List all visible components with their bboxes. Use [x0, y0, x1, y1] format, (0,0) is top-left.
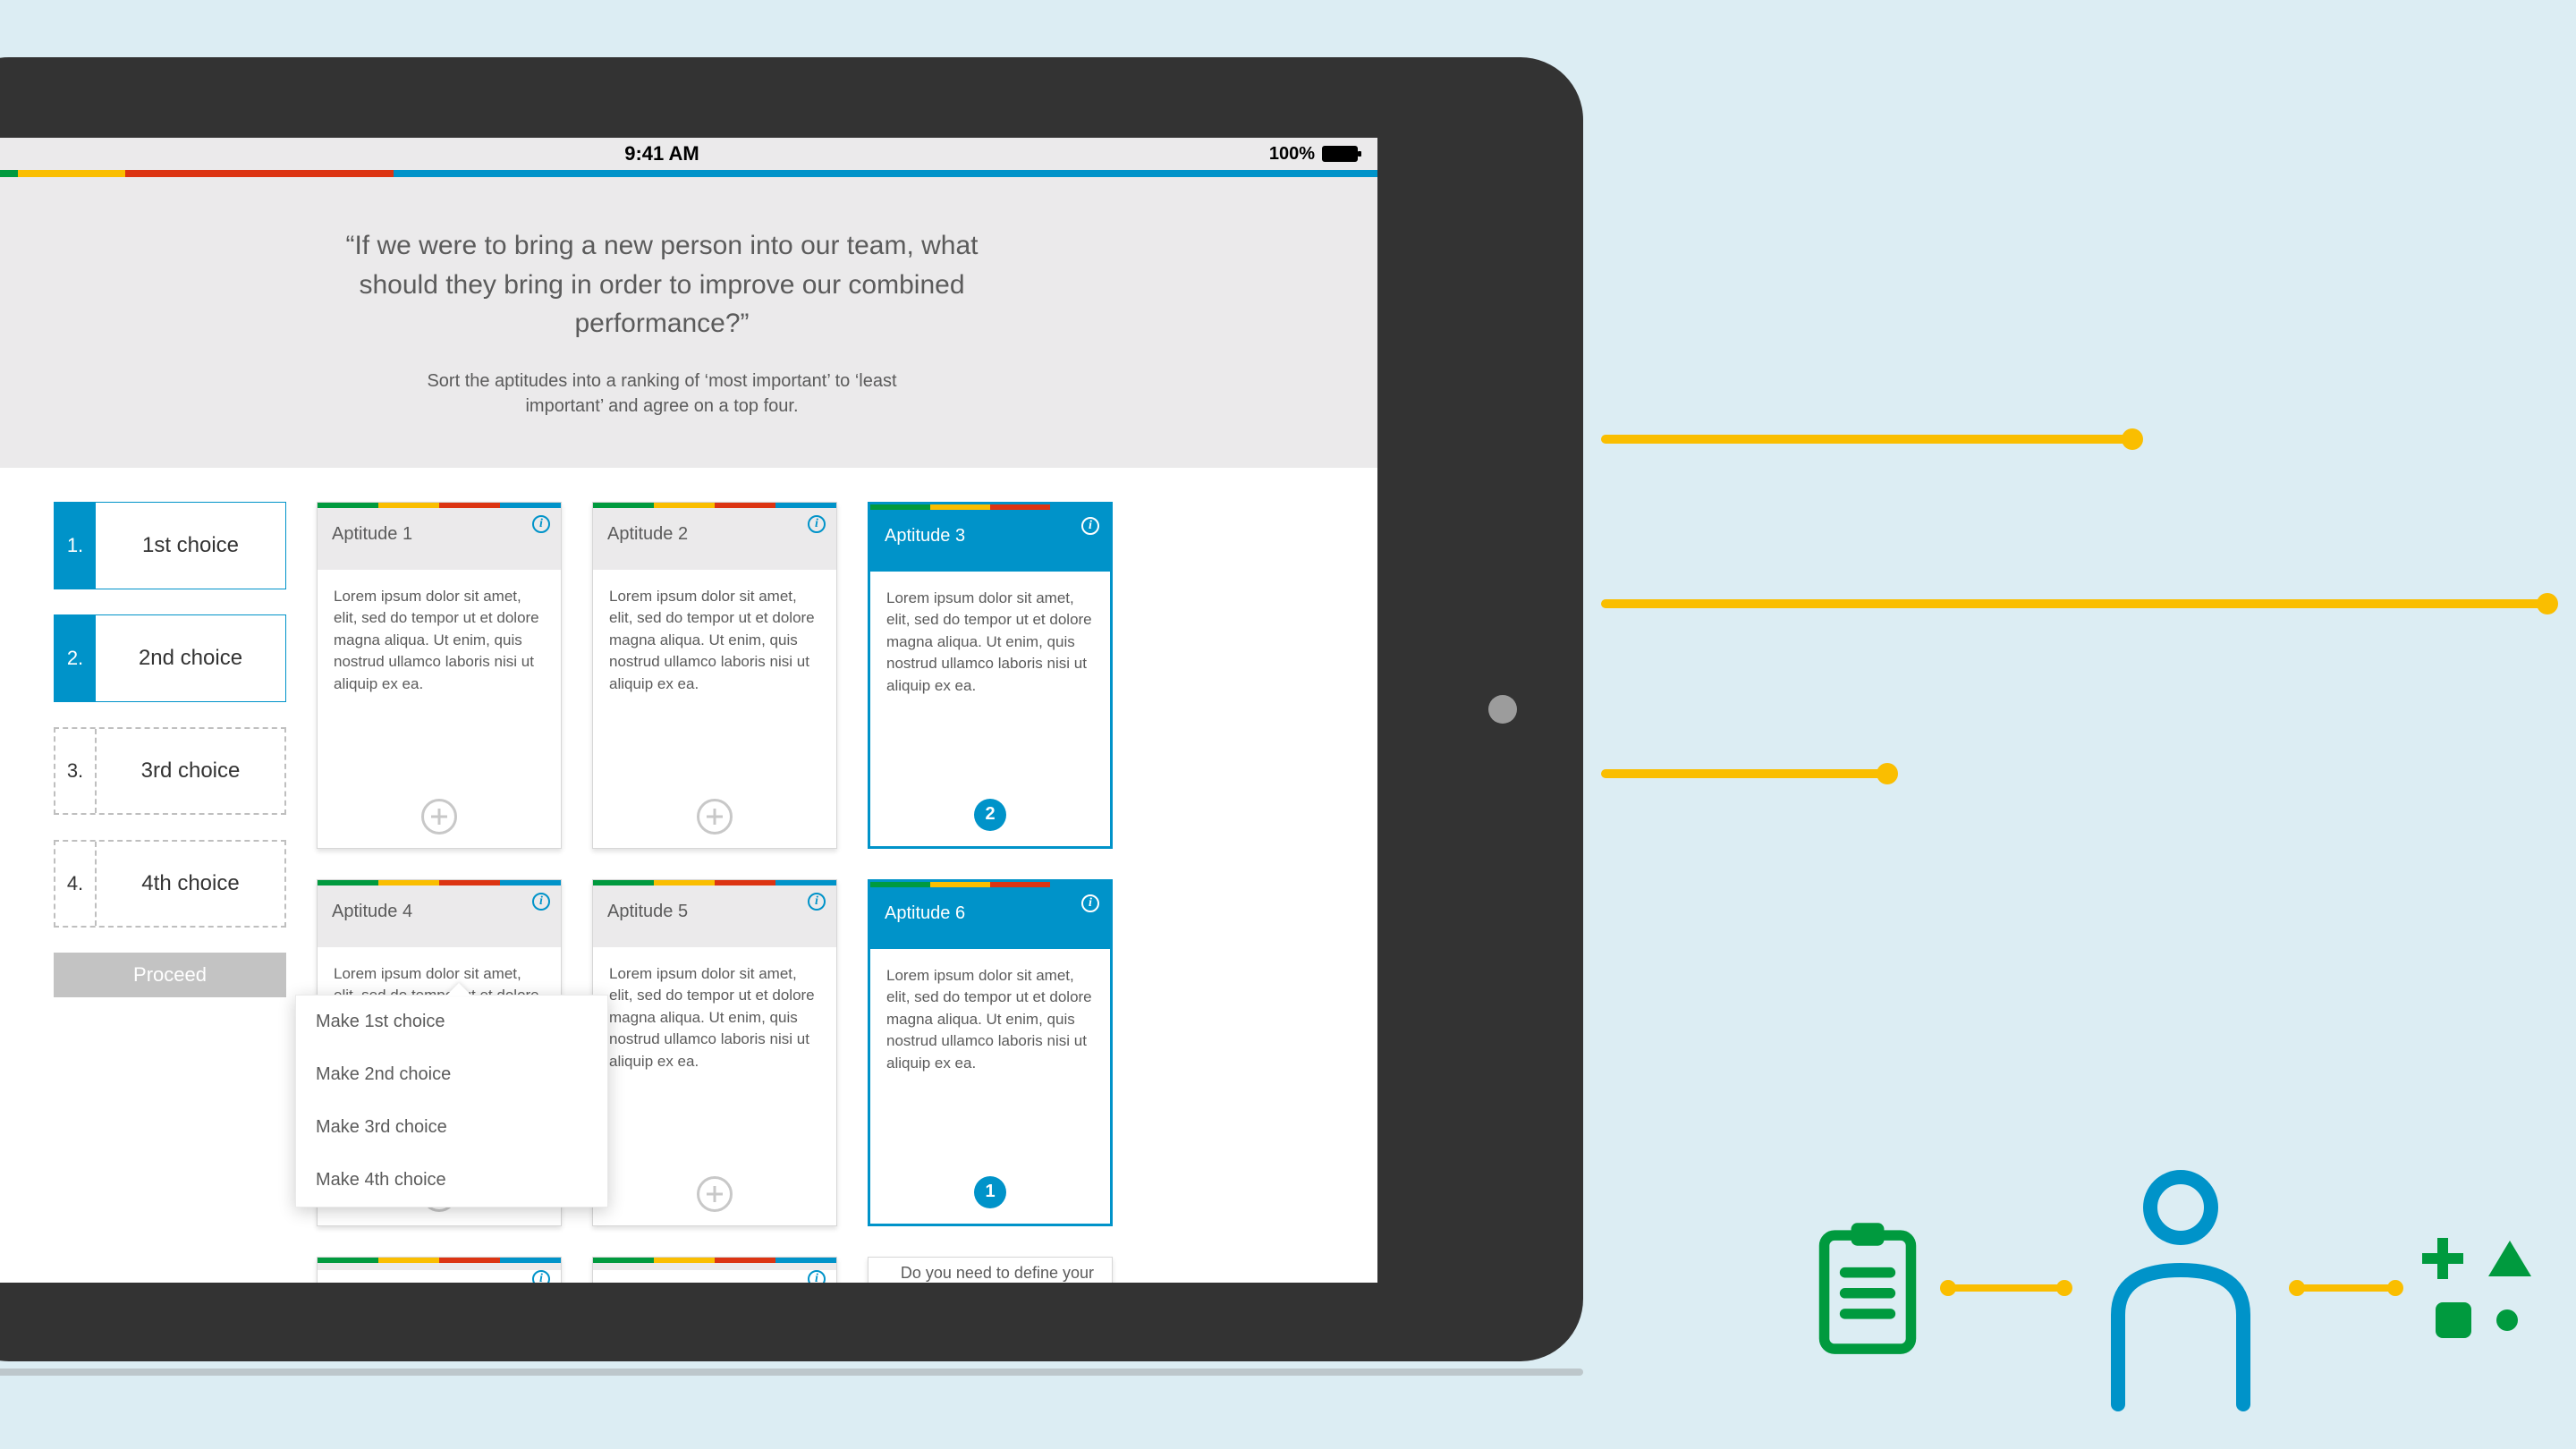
- choice-slot-number: 1.: [55, 503, 96, 589]
- connector-left: [1948, 1284, 2064, 1292]
- card-title: Aptitude 4: [332, 902, 412, 921]
- popover-item-1[interactable]: Make 1st choice: [296, 996, 607, 1048]
- choice-popover: Make 1st choice Make 2nd choice Make 3rd…: [295, 995, 608, 1208]
- define-prompt-card[interactable]: Do you need to define your: [868, 1257, 1113, 1284]
- choice-slot-label: 1st choice: [96, 503, 285, 589]
- tablet-frame: 9:41 AM 100% “If we were to bring a new …: [0, 57, 1583, 1361]
- aptitude-card-6[interactable]: i Aptitude 6 Lorem ipsum dolor sit amet,…: [868, 879, 1113, 1226]
- info-icon[interactable]: i: [532, 1270, 550, 1284]
- tablet-shadow: [0, 1368, 1583, 1376]
- choice-slots-column: 1. 1st choice 2. 2nd choice 3. 3rd choic…: [54, 502, 286, 1284]
- card-title: Aptitude 3: [885, 526, 965, 546]
- choice-slot-label: 3rd choice: [97, 729, 284, 813]
- card-body: Lorem ipsum dolor sit amet, elit, sed do…: [870, 949, 1110, 1161]
- rank-badge: 2: [974, 799, 1006, 831]
- connector-line-2: [1601, 599, 2546, 608]
- illustration-group: [1814, 1163, 2531, 1413]
- choice-slot-1[interactable]: 1. 1st choice: [54, 502, 286, 589]
- popover-item-2[interactable]: Make 2nd choice: [296, 1048, 607, 1101]
- aptitude-card-7[interactable]: i: [317, 1257, 562, 1284]
- connector-dot-2: [2537, 593, 2558, 614]
- proceed-button[interactable]: Proceed: [54, 953, 286, 997]
- plus-icon[interactable]: [421, 799, 457, 835]
- aptitude-card-2[interactable]: i Aptitude 2 Lorem ipsum dolor sit amet,…: [592, 502, 837, 849]
- aptitude-card-1[interactable]: i Aptitude 1 Lorem ipsum dolor sit amet,…: [317, 502, 562, 849]
- card-body: Lorem ipsum dolor sit amet, elit, sed do…: [593, 570, 836, 785]
- choice-slot-number: 2.: [55, 615, 96, 701]
- status-time: 9:41 AM: [624, 142, 699, 165]
- info-icon[interactable]: i: [808, 1270, 826, 1284]
- card-title: Aptitude 2: [607, 524, 688, 544]
- info-icon[interactable]: i: [532, 515, 550, 533]
- info-icon[interactable]: i: [532, 893, 550, 911]
- card-body: Lorem ipsum dolor sit amet, elit, sed do…: [870, 572, 1110, 784]
- battery-icon: [1322, 146, 1358, 162]
- info-icon[interactable]: i: [808, 893, 826, 911]
- connector-line-1: [1601, 435, 2131, 444]
- popover-item-3[interactable]: Make 3rd choice: [296, 1101, 607, 1154]
- connector-dot-3: [1877, 763, 1898, 784]
- aptitude-card-3[interactable]: i Aptitude 3 Lorem ipsum dolor sit amet,…: [868, 502, 1113, 849]
- plus-shape-icon: [2422, 1238, 2463, 1279]
- choice-slot-number: 4.: [55, 842, 97, 926]
- app-screen: 9:41 AM 100% “If we were to bring a new …: [0, 138, 1377, 1283]
- status-battery-percent: 100%: [1269, 144, 1315, 165]
- info-icon[interactable]: i: [1081, 517, 1099, 535]
- tablet-home-button[interactable]: [1488, 695, 1517, 724]
- info-icon[interactable]: i: [1081, 894, 1099, 912]
- info-icon[interactable]: i: [808, 515, 826, 533]
- choice-slot-4[interactable]: 4. 4th choice: [54, 840, 286, 928]
- prompt-panel: “If we were to bring a new person into o…: [0, 177, 1377, 468]
- status-bar: 9:41 AM 100%: [0, 138, 1377, 170]
- card-title: Aptitude 6: [885, 903, 965, 923]
- choice-slot-label: 2nd choice: [96, 615, 285, 701]
- popover-item-4[interactable]: Make 4th choice: [296, 1154, 607, 1207]
- square-shape-icon: [2436, 1302, 2471, 1338]
- prompt-instruction: Sort the aptitudes into a ranking of ‘mo…: [411, 369, 912, 419]
- choice-slot-number: 3.: [55, 729, 97, 813]
- card-title: Aptitude 5: [607, 902, 688, 921]
- define-prompt-text: Do you need to define your: [901, 1264, 1094, 1283]
- aptitude-card-5[interactable]: i Aptitude 5 Lorem ipsum dolor sit amet,…: [592, 879, 837, 1226]
- app-top-stripe: [0, 170, 1377, 177]
- choice-slot-3[interactable]: 3. 3rd choice: [54, 727, 286, 815]
- card-body: Lorem ipsum dolor sit amet, elit, sed do…: [593, 947, 836, 1163]
- aptitude-card-8[interactable]: i: [592, 1257, 837, 1284]
- connector-dot-1: [2122, 428, 2143, 450]
- circle-shape-icon: [2496, 1309, 2518, 1331]
- plus-icon[interactable]: [697, 799, 733, 835]
- shape-stack: [2422, 1238, 2531, 1338]
- rank-badge: 1: [974, 1176, 1006, 1208]
- card-title: Aptitude 1: [332, 524, 412, 544]
- choice-slot-2[interactable]: 2. 2nd choice: [54, 614, 286, 702]
- prompt-question: “If we were to bring a new person into o…: [340, 226, 984, 343]
- person-icon: [2091, 1163, 2270, 1413]
- clipboard-icon: [1814, 1221, 1921, 1355]
- connector-right: [2297, 1284, 2395, 1292]
- triangle-shape-icon: [2488, 1241, 2531, 1276]
- card-body: Lorem ipsum dolor sit amet, elit, sed do…: [318, 570, 561, 785]
- plus-icon[interactable]: [697, 1176, 733, 1212]
- choice-slot-label: 4th choice: [97, 842, 284, 926]
- connector-line-3: [1601, 769, 1885, 778]
